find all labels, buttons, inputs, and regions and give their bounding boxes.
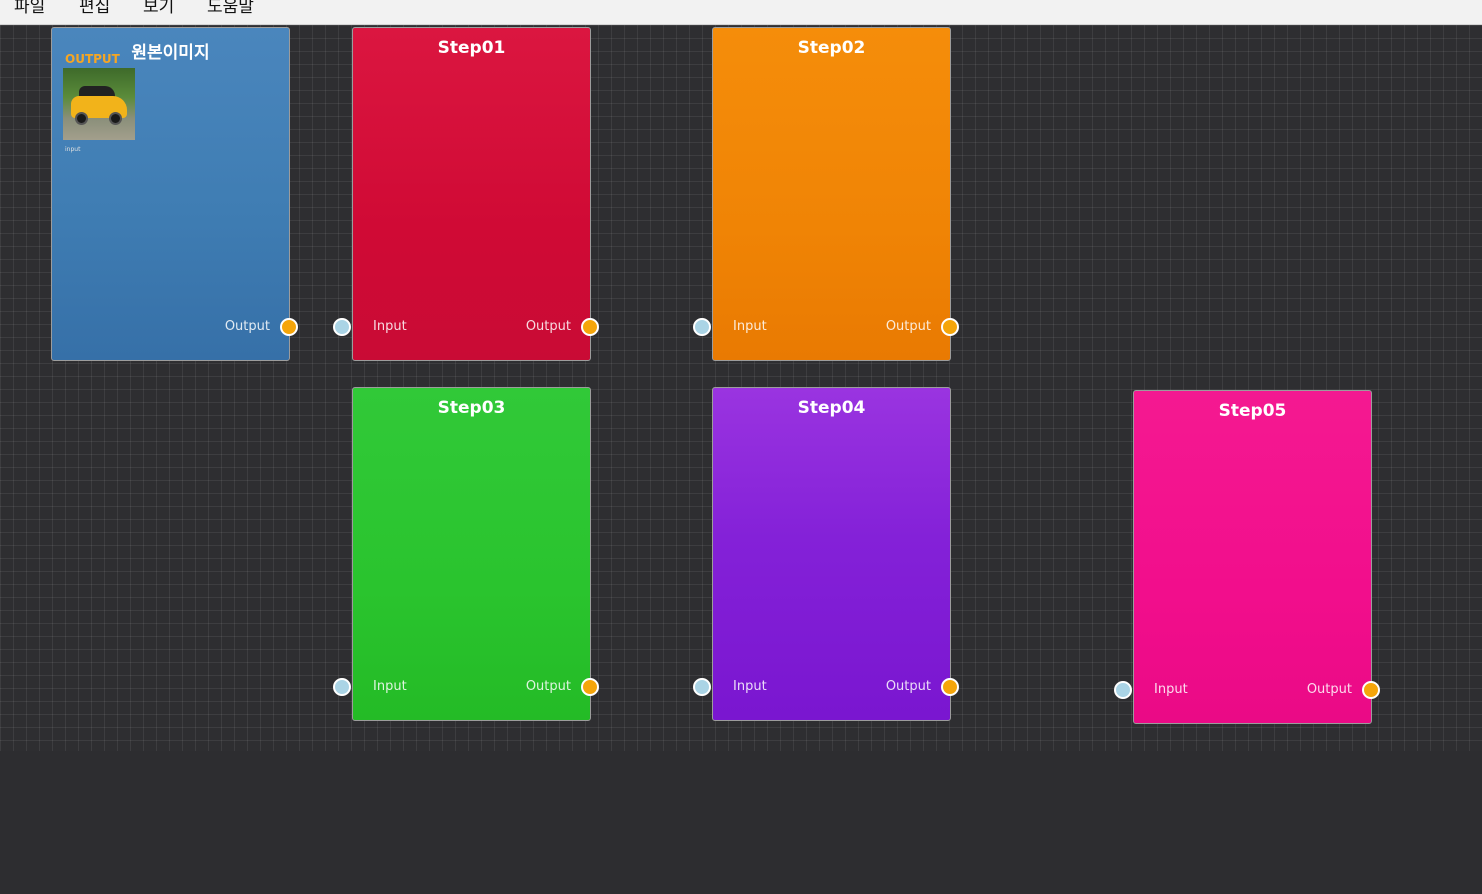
node-step03[interactable]: Step03 Input Output [333, 387, 599, 721]
output-port-icon[interactable] [941, 318, 959, 336]
input-port-label: Input [733, 319, 767, 334]
node-step04[interactable]: Step04 Input Output [693, 387, 959, 721]
input-port-label: Input [373, 319, 407, 334]
node-source-image[interactable]: 원본이미지 OUTPUT input Output [51, 27, 298, 361]
input-port-label: Input [733, 679, 767, 694]
node-step01[interactable]: Step01 Input Output [333, 27, 599, 361]
output-port-label: Output [885, 319, 931, 334]
menu-help[interactable]: 도움말 [207, 0, 254, 17]
output-port-icon[interactable] [581, 678, 599, 696]
output-port-icon[interactable] [1362, 681, 1380, 699]
output-port-icon[interactable] [280, 318, 298, 336]
output-port-label: Output [525, 679, 571, 694]
menu-bar: 파일 편집 보기 도움말 [0, 0, 1482, 25]
node-step05[interactable]: Step05 Input Output [1114, 390, 1380, 724]
node-canvas[interactable]: 원본이미지 OUTPUT input Output Step01 Input O… [0, 25, 1482, 751]
input-port-icon[interactable] [1114, 681, 1132, 699]
output-port-label: Output [224, 319, 270, 334]
output-port-icon[interactable] [941, 678, 959, 696]
node-title: Step05 [1218, 401, 1287, 421]
node-title: Step03 [437, 398, 506, 418]
output-port-label: Output [885, 679, 931, 694]
output-port-label: Output [525, 319, 571, 334]
thumbnail-label: OUTPUT [65, 52, 120, 66]
input-port-icon[interactable] [333, 318, 351, 336]
node-title: Step01 [437, 38, 506, 58]
thumbnail-caption: input [65, 146, 81, 153]
input-port-label: Input [1154, 682, 1188, 697]
source-thumbnail-image [63, 68, 135, 140]
output-port-icon[interactable] [581, 318, 599, 336]
input-port-icon[interactable] [693, 678, 711, 696]
node-step02[interactable]: Step02 Input Output [693, 27, 959, 361]
input-port-icon[interactable] [693, 318, 711, 336]
node-title: Step02 [797, 38, 866, 58]
input-port-label: Input [373, 679, 407, 694]
output-port-label: Output [1306, 682, 1352, 697]
node-title: Step04 [797, 398, 866, 418]
menu-file[interactable]: 파일 [14, 0, 45, 17]
menu-view[interactable]: 보기 [143, 0, 174, 17]
input-port-icon[interactable] [333, 678, 351, 696]
menu-edit[interactable]: 편집 [79, 0, 110, 17]
